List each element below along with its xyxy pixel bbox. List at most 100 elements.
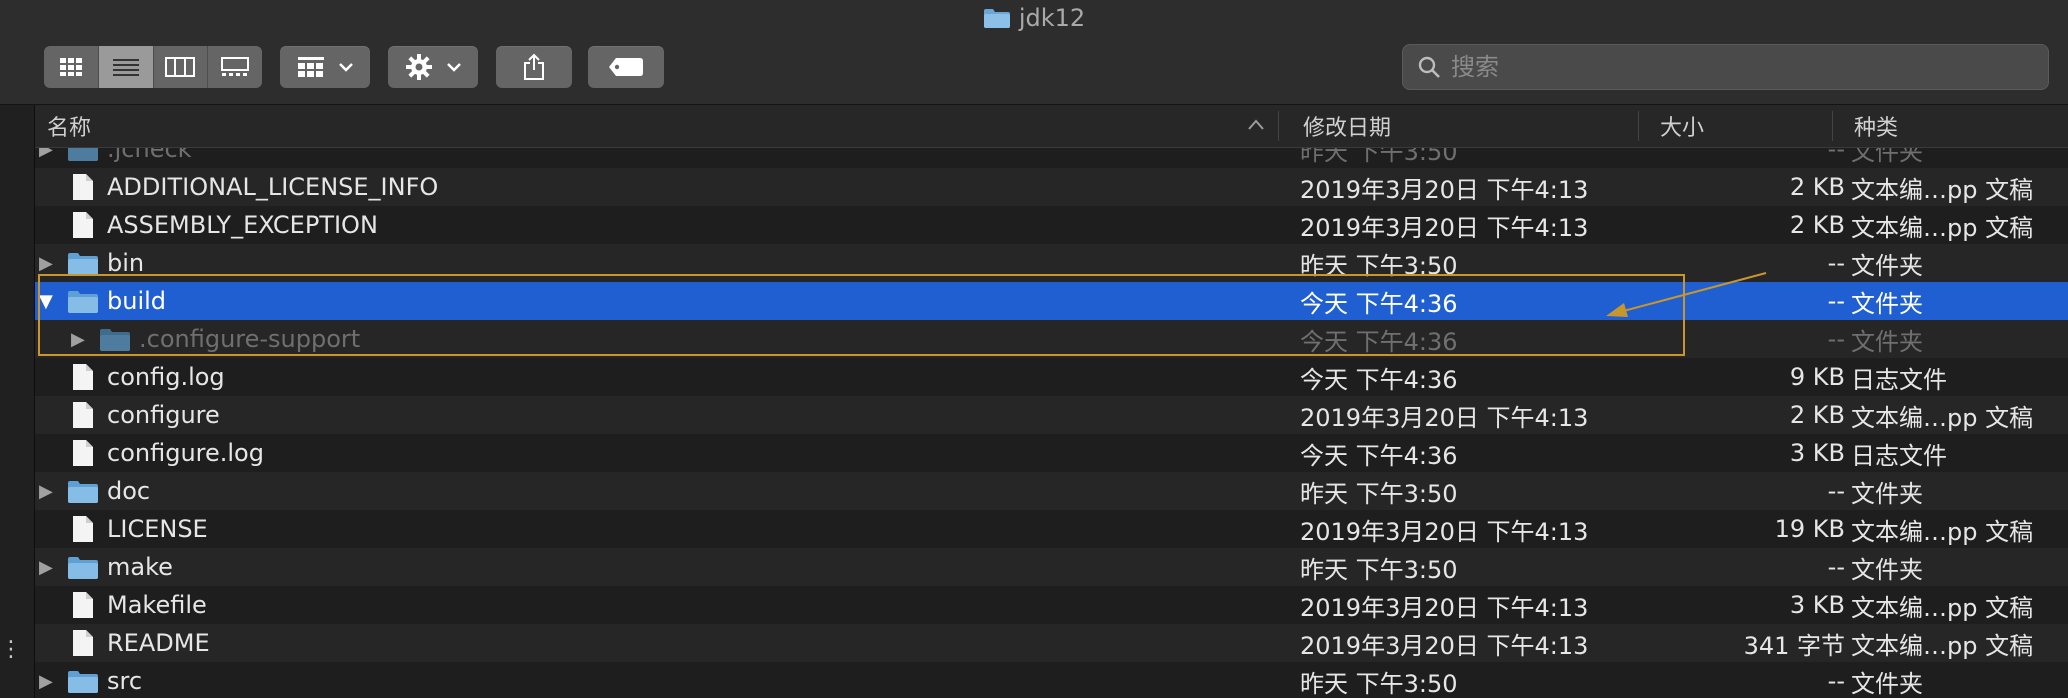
file-row[interactable]: README 2019年3月20日 下午4:13 341 字节 文本编…pp 文稿 [35, 624, 2068, 662]
group-by-button[interactable] [280, 46, 370, 88]
chevron-down-icon [447, 63, 461, 72]
list-view-button[interactable] [98, 46, 154, 88]
column-header-size[interactable]: 大小 [1660, 105, 1704, 147]
file-row[interactable]: ▶ src 昨天 下午3:50 -- 文件夹 [35, 662, 2068, 698]
disclosure-triangle-collapsed-icon[interactable]: ▶ [39, 244, 53, 282]
column-header: 名称 修改日期 大小 种类 [35, 105, 2068, 148]
file-kind: 文件夹 [1851, 327, 1923, 356]
file-name: src [107, 667, 143, 695]
grid-icon [59, 58, 82, 76]
column-header-name[interactable]: 名称 [47, 105, 91, 147]
file-kind: 文件夹 [1851, 289, 1923, 318]
file-name-cell: README [67, 624, 210, 662]
folder-icon [99, 326, 131, 352]
column-header-date[interactable]: 修改日期 [1303, 105, 1391, 147]
document-icon [67, 439, 99, 467]
folder-icon [983, 7, 1011, 29]
file-row[interactable]: ▶ .jcheck 昨天 下午3:50 -- 文件夹 [35, 148, 2068, 168]
sidebar-edge: ⋮ [0, 105, 35, 698]
file-size: 2 KB [1789, 401, 1845, 429]
file-row[interactable]: ▶ bin 昨天 下午3:50 -- 文件夹 [35, 244, 2068, 282]
document-icon [67, 401, 99, 429]
file-name: configure [107, 401, 220, 429]
file-row[interactable]: ASSEMBLY_EXCEPTION 2019年3月20日 下午4:13 2 KB 文… [35, 206, 2068, 244]
gallery-view-button[interactable] [208, 46, 262, 88]
file-name: configure.log [107, 439, 264, 467]
file-name-cell: configure [67, 396, 220, 434]
file-row[interactable]: LICENSE 2019年3月20日 下午4:13 19 KB 文本编…pp 文稿 [35, 510, 2068, 548]
file-size: -- [1827, 325, 1845, 353]
file-name-cell: configure.log [67, 434, 264, 472]
share-button[interactable] [496, 46, 572, 88]
file-name-cell: src [67, 662, 142, 698]
window-title: jdk12 [0, 2, 2068, 34]
folder-icon [67, 554, 99, 580]
document-icon [67, 173, 99, 201]
file-size: 2 KB [1789, 211, 1845, 239]
disclosure-triangle-collapsed-icon[interactable]: ▶ [39, 148, 53, 168]
file-size: 2 KB [1789, 173, 1845, 201]
file-date: 今天 下午4:36 [1300, 365, 1458, 394]
file-row[interactable]: config.log 今天 下午4:36 9 KB 日志文件 [35, 358, 2068, 396]
document-icon [67, 591, 99, 619]
action-menu-button[interactable] [388, 46, 478, 88]
file-name: ADDITIONAL_LICENSE_INFO [107, 173, 439, 201]
folder-icon [67, 478, 99, 504]
file-date: 今天 下午4:36 [1300, 327, 1458, 356]
file-date: 昨天 下午3:50 [1300, 555, 1458, 584]
group-grid-icon [298, 57, 324, 77]
file-date: 2019年3月20日 下午4:13 [1300, 175, 1589, 204]
disclosure-triangle-collapsed-icon[interactable]: ▶ [39, 662, 53, 698]
disclosure-triangle-collapsed-icon[interactable]: ▶ [39, 548, 53, 586]
file-list: ▶ .jcheck 昨天 下午3:50 -- 文件夹 ADDITIONAL_LICENSE… [35, 148, 2068, 698]
file-size: 9 KB [1789, 363, 1845, 391]
column-view-button[interactable] [154, 46, 209, 88]
file-name-cell: config.log [67, 358, 225, 396]
file-date: 今天 下午4:36 [1300, 441, 1458, 470]
file-size: -- [1827, 287, 1845, 315]
file-size: 341 字节 [1743, 631, 1845, 660]
file-row[interactable]: ▼ build 今天 下午4:36 -- 文件夹 [35, 282, 2068, 320]
folder-icon [67, 148, 99, 162]
gear-icon [406, 54, 432, 80]
file-row[interactable]: ▶ make 昨天 下午3:50 -- 文件夹 [35, 548, 2068, 586]
tag-button[interactable] [588, 46, 664, 88]
file-row[interactable]: ▶ doc 昨天 下午3:50 -- 文件夹 [35, 472, 2068, 510]
file-row[interactable]: Makefile 2019年3月20日 下午4:13 3 KB 文本编…pp 文稿 [35, 586, 2068, 624]
file-date: 2019年3月20日 下午4:13 [1300, 517, 1589, 546]
file-kind: 文件夹 [1851, 148, 1923, 166]
disclosure-triangle-collapsed-icon[interactable]: ▶ [71, 320, 85, 358]
share-icon [524, 53, 544, 80]
file-kind: 文本编…pp 文稿 [1851, 213, 2034, 242]
file-kind: 文件夹 [1851, 251, 1923, 280]
file-kind: 文本编…pp 文稿 [1851, 631, 2034, 660]
file-name-cell: LICENSE [67, 510, 208, 548]
column-header-kind[interactable]: 种类 [1854, 105, 1898, 147]
file-row[interactable]: ▶ .configure-support 今天 下午4:36 -- 文件夹 [35, 320, 2068, 358]
search-field[interactable] [1402, 44, 2049, 90]
file-name-cell: bin [67, 244, 144, 282]
file-name-cell: Makefile [67, 586, 207, 624]
file-row[interactable]: configure.log 今天 下午4:36 3 KB 日志文件 [35, 434, 2068, 472]
file-kind: 文件夹 [1851, 479, 1923, 508]
file-size: -- [1827, 553, 1845, 581]
file-name-cell: doc [67, 472, 150, 510]
sort-ascending-icon[interactable] [1248, 119, 1264, 131]
view-mode-segmented-control [44, 46, 262, 88]
sidebar-edge-glyph: ⋮ [0, 637, 22, 662]
file-name: bin [107, 249, 145, 277]
search-input[interactable] [1449, 52, 2013, 82]
file-date: 2019年3月20日 下午4:13 [1300, 213, 1589, 242]
disclosure-triangle-expanded-icon[interactable]: ▼ [39, 282, 53, 320]
icon-view-button[interactable] [44, 46, 99, 88]
document-icon [67, 629, 99, 657]
file-name-cell: .configure-support [99, 320, 360, 358]
file-name: .jcheck [107, 148, 192, 163]
file-name: .configure-support [139, 325, 361, 353]
file-row[interactable]: ADDITIONAL_LICENSE_INFO 2019年3月20日 下午4:13… [35, 168, 2068, 206]
file-size: 3 KB [1789, 439, 1845, 467]
file-row[interactable]: configure 2019年3月20日 下午4:13 2 KB 文本编…pp 文稿 [35, 396, 2068, 434]
disclosure-triangle-collapsed-icon[interactable]: ▶ [39, 472, 53, 510]
file-name: ASSEMBLY_EXCEPTION [107, 211, 378, 239]
file-size: -- [1827, 249, 1845, 277]
